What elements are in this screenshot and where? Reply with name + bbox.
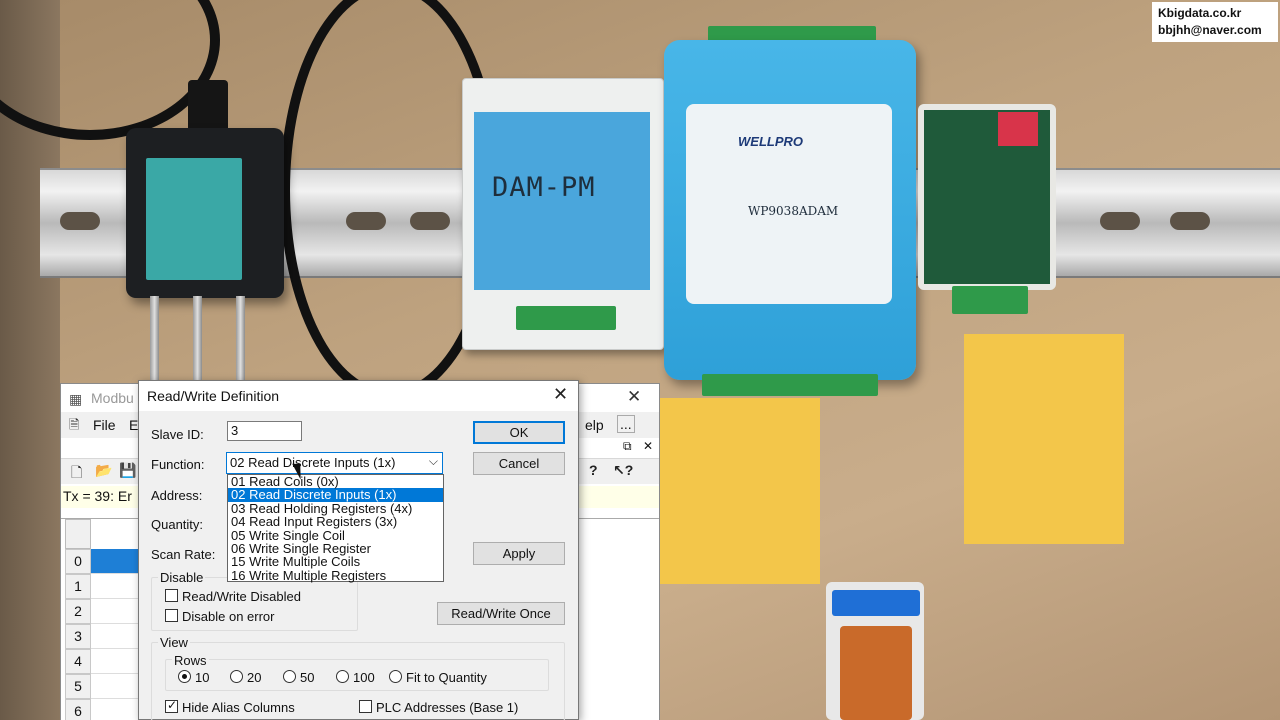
terminal-block [702,374,878,396]
grid-corner [65,519,91,549]
grid-cell[interactable] [91,674,139,699]
rows-20-label: 20 [247,670,262,685]
grid-cell-selected[interactable] [91,549,139,574]
function-selected-value: 02 Read Discrete Inputs (1x) [230,455,396,470]
disable-on-error-checkbox[interactable] [165,609,178,622]
grid-cell[interactable] [91,599,139,624]
watermark: Kbigdata.co.kr bbjhh@naver.com [1152,2,1278,42]
grid-row-header[interactable]: 2 [65,599,91,624]
main-close-icon[interactable]: ✕ [627,387,641,407]
function-option[interactable]: 04 Read Input Registers (3x) [228,515,443,529]
grid-cell[interactable] [91,574,139,599]
grid-row-header[interactable]: 6 [65,699,91,720]
read-write-once-button[interactable]: Read/Write Once [437,602,565,625]
dip-switch [998,112,1038,146]
function-label: Function: [151,457,205,472]
mdi-min-button[interactable]: ... [617,415,635,433]
grid-cell[interactable] [91,624,139,649]
rows-100-radio[interactable] [336,670,349,683]
hide-alias-label: Hide Alias Columns [182,700,295,715]
plc-addresses-label: PLC Addresses (Base 1) [376,700,519,715]
rail-slot [1170,212,1210,230]
menu-file[interactable]: File [93,417,116,433]
black-cable [0,0,220,140]
rows-fit-radio[interactable] [389,670,402,683]
app-icon: ▦ [69,391,83,407]
disable-group-title: Disable [158,570,206,585]
rail-slot [60,212,100,230]
rows-10-label: 10 [195,670,210,685]
dialog-title: Read/Write Definition [147,388,280,404]
scan-rate-label: Scan Rate: [151,547,216,562]
grid-row-header[interactable]: 4 [65,649,91,674]
dialog-title-bar: Read/Write Definition ✕ [139,381,578,411]
read-write-definition-dialog: Read/Write Definition ✕ Slave ID: 3 Func… [138,380,579,720]
rows-10-radio[interactable] [178,670,191,683]
function-option[interactable]: 05 Write Single Coil [228,528,443,542]
grid-cell[interactable] [91,649,139,674]
wellpro-model: WP9038ADAM [748,204,839,218]
function-option-highlighted[interactable]: 02 Read Discrete Inputs (1x) [228,488,443,502]
function-option[interactable]: 15 Write Multiple Coils [228,555,443,569]
menu-help[interactable]: elp [585,417,604,433]
main-window-title: Modbu [91,390,134,406]
sensor-label [146,158,242,280]
chevron-down-icon: ⌵ [428,454,438,468]
ok-button[interactable]: OK [473,421,565,444]
function-select[interactable]: 02 Read Discrete Inputs (1x) ⌵ [226,452,443,474]
function-option[interactable]: 16 Write Multiple Registers [228,568,443,582]
mdi-restore-icon[interactable]: ⧉ [623,439,632,454]
mdi-close-icon[interactable]: ✕ [643,439,653,453]
slave-id-label: Slave ID: [151,427,204,442]
sticky-note [964,334,1124,544]
watermark-email: bbjhh@naver.com [1158,23,1262,37]
function-dropdown-list: 01 Read Coils (0x) 02 Read Discrete Inpu… [227,474,444,582]
terminal-block [952,286,1028,314]
rows-100-label: 100 [353,670,375,685]
context-help-icon[interactable]: ↖? [613,462,633,479]
rows-50-label: 50 [300,670,315,685]
slave-id-input[interactable]: 3 [227,421,302,441]
usb-terminal [832,590,920,616]
disable-on-error-label: Disable on error [182,609,275,624]
dialog-close-icon[interactable]: ✕ [553,384,568,405]
wellpro-brand: WELLPRO [738,134,803,149]
help-icon[interactable]: ? [589,462,598,478]
grid-row-header[interactable]: 1 [65,574,91,599]
rows-group-title: Rows [172,653,209,668]
grid-row-header[interactable]: 3 [65,624,91,649]
read-write-disabled-checkbox[interactable] [165,589,178,602]
function-option[interactable]: 03 Read Holding Registers (4x) [228,501,443,515]
open-icon[interactable]: 📂 [95,462,112,479]
mdi-doc-icon: 🗎 [69,417,80,432]
new-icon[interactable]: 🗋 [71,462,82,486]
grid-row-header[interactable]: 0 [65,549,91,574]
address-label: Address: [151,488,203,503]
save-icon[interactable]: 💾 [119,462,136,479]
rows-fit-label: Fit to Quantity [406,670,487,685]
rows-20-radio[interactable] [230,670,243,683]
dam-terminal [516,306,616,330]
sticky-note [660,398,820,584]
view-group-title: View [158,635,190,650]
hide-alias-checkbox[interactable] [165,698,178,713]
cancel-button[interactable]: Cancel [473,452,565,475]
function-option[interactable]: 01 Read Coils (0x) [228,475,443,489]
function-option[interactable]: 06 Write Single Register [228,542,443,556]
plc-addresses-checkbox[interactable] [359,700,372,713]
dam-pm-title: DAM-PM [492,172,596,203]
rows-50-radio[interactable] [283,670,296,683]
grid-cell[interactable] [91,699,139,720]
apply-button[interactable]: Apply [473,542,565,565]
grid-row-header[interactable]: 5 [65,674,91,699]
usb-label [840,626,912,720]
quantity-label: Quantity: [151,517,204,532]
menu-edit[interactable]: E [129,417,138,433]
read-write-disabled-label: Read/Write Disabled [182,589,301,604]
watermark-site: Kbigdata.co.kr [1158,6,1242,20]
rail-slot [1100,212,1140,230]
